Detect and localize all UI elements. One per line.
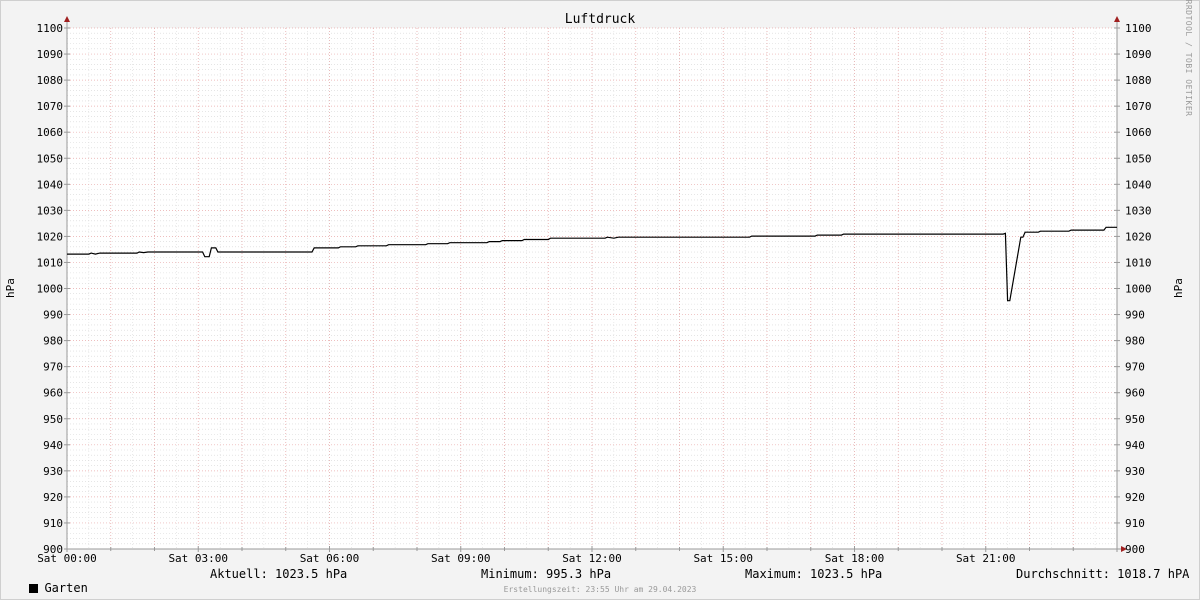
- y-tick-label-right: 920: [1125, 491, 1145, 504]
- stat-durchschnitt: Durchschnitt: 1018.7 hPA: [1016, 567, 1190, 581]
- y-tick-label-right: 910: [1125, 517, 1145, 530]
- y-axis-arrow-left: [64, 16, 70, 22]
- pressure-chart: 900 910 920 930 940 950 960 970 980 990 1000 1010 10…: [4, 0, 1193, 565]
- y-tick-label-right: 1080: [1125, 74, 1152, 87]
- y-tick-label-right: 980: [1125, 335, 1145, 348]
- x-tick-label: Sat 21:00: [956, 552, 1016, 565]
- y-tick-label-right: 1020: [1125, 230, 1152, 243]
- y-tick-label-left: 1090: [37, 48, 64, 61]
- chart-title: Luftdruck: [565, 12, 636, 27]
- y-tick-label-right: 1040: [1125, 178, 1152, 191]
- y-tick-label-left: 960: [43, 387, 63, 400]
- y-tick-label-left: 1040: [37, 178, 64, 191]
- stat-aktuell: Aktuell: 1023.5 hPa: [210, 567, 348, 581]
- y-tick-label-right: 960: [1125, 387, 1145, 400]
- y-axis-label-left: hPa: [4, 278, 17, 298]
- x-tick-label: Sat 12:00: [562, 552, 622, 565]
- y-tick-label-left: 1050: [37, 152, 64, 165]
- y-tick-label-left: 910: [43, 517, 63, 530]
- y-tick-label-left: 950: [43, 413, 63, 426]
- y-tick-label-right: 930: [1125, 465, 1145, 478]
- y-tick-label-right: 1100: [1125, 22, 1152, 35]
- y-tick-label-right: 900: [1125, 543, 1145, 556]
- y-tick-label-right: 1030: [1125, 204, 1152, 217]
- y-tick-label-right: 1000: [1125, 283, 1152, 296]
- creation-timestamp: Erstellungszeit: 23:55 Uhr am 29.04.2023: [503, 585, 697, 594]
- y-tick-label-left: 1000: [37, 283, 64, 296]
- x-tick-label: Sat 18:00: [825, 552, 885, 565]
- stat-maximum: Maximum: 1023.5 hPa: [745, 567, 883, 581]
- y-tick-label-right: 990: [1125, 309, 1145, 322]
- x-tick-label: Sat 06:00: [300, 552, 360, 565]
- y-tick-label-right: 1090: [1125, 48, 1152, 61]
- y-tick-label-left: 980: [43, 335, 63, 348]
- y-tick-label-right: 1010: [1125, 256, 1152, 269]
- y-tick-label-right: 970: [1125, 361, 1145, 374]
- y-tick-label-right: 940: [1125, 439, 1145, 452]
- x-tick-label: Sat 00:00: [37, 552, 97, 565]
- x-tick-label: Sat 15:00: [693, 552, 753, 565]
- x-tick-labels: Sat 00:00 Sat 03:00 Sat 06:00 Sat 09:00 Sat …: [37, 552, 1015, 565]
- y-axis-arrow-right: [1114, 16, 1120, 22]
- y-tick-label-left: 1020: [37, 230, 64, 243]
- y-tick-label-left: 940: [43, 439, 63, 452]
- y-axis-label-right: hPa: [1172, 278, 1185, 298]
- y-tick-label-left: 920: [43, 491, 63, 504]
- x-tick-label: Sat 03:00: [168, 552, 228, 565]
- y-tick-labels-right: 900 910 920 930 940 950 960 970 980 990 1000 1010 10…: [1125, 22, 1152, 556]
- y-tick-label-left: 1010: [37, 256, 64, 269]
- y-tick-label-right: 1050: [1125, 152, 1152, 165]
- y-tick-label-left: 970: [43, 361, 63, 374]
- y-tick-label-left: 1100: [37, 22, 64, 35]
- y-tick-label-left: 1080: [37, 74, 64, 87]
- rrdtool-watermark: RRDTOOL / TOBI OETIKER: [1184, 0, 1193, 116]
- y-tick-labels-left: 9009109209309409509609709809901000101010…: [37, 22, 64, 556]
- y-tick-label-left: 1030: [37, 204, 64, 217]
- y-tick-label-right: 1060: [1125, 126, 1152, 139]
- y-tick-label-left: 990: [43, 309, 63, 322]
- y-tick-label-right: 950: [1125, 413, 1145, 426]
- x-tick-label: Sat 09:00: [431, 552, 491, 565]
- y-tick-label-right: 1070: [1125, 100, 1152, 113]
- y-tick-label-left: 1060: [37, 126, 64, 139]
- y-tick-label-left: 930: [43, 465, 63, 478]
- stat-minimum: Minimum: 995.3 hPa: [481, 567, 612, 581]
- y-tick-label-left: 1070: [37, 100, 64, 113]
